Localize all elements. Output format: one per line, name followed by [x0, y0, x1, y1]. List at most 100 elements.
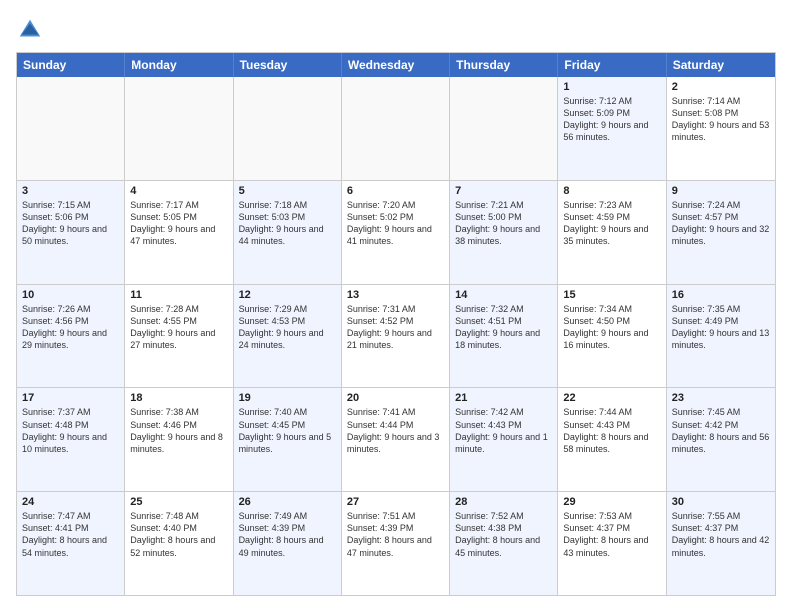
- day-cell-28: 28 Sunrise: 7:52 AM Sunset: 4:38 PM Dayli…: [450, 492, 558, 595]
- header-day-saturday: Saturday: [667, 53, 775, 77]
- day-number: 9: [672, 185, 770, 197]
- day-cell-26: 26Sunrise: 7:49 AM Sunset: 4:39 PM Dayli…: [234, 492, 342, 595]
- day-cell-2: 2 Sunrise: 7:14 AM Sunset: 5:08 PM Daylig…: [667, 77, 775, 180]
- empty-cell-0-3: [342, 77, 450, 180]
- header-day-wednesday: Wednesday: [342, 53, 450, 77]
- day-number: 5: [239, 185, 336, 197]
- day-info: Sunrise: 7:42 AM Sunset: 4:43 PM Dayligh…: [455, 406, 552, 455]
- day-number: 28: [455, 496, 552, 508]
- day-number: 13: [347, 289, 444, 301]
- day-cell-27: 27Sunrise: 7:51 AM Sunset: 4:39 PM Dayli…: [342, 492, 450, 595]
- day-cell-3: 3 Sunrise: 7:15 AM Sunset: 5:06 PM Daylig…: [17, 181, 125, 284]
- day-info: Sunrise: 7:37 AM Sunset: 4:48 PM Dayligh…: [22, 406, 119, 455]
- day-info: Sunrise: 7:17 AM Sunset: 5:05 PM Dayligh…: [130, 199, 227, 248]
- day-number: 30: [672, 496, 770, 508]
- logo: [16, 16, 48, 44]
- day-number: 24: [22, 496, 119, 508]
- header-day-thursday: Thursday: [450, 53, 558, 77]
- header-day-tuesday: Tuesday: [234, 53, 342, 77]
- day-cell-29: 29 Sunrise: 7:53 AM Sunset: 4:37 PM Dayli…: [558, 492, 666, 595]
- day-number: 11: [130, 289, 227, 301]
- day-number: 23: [672, 392, 770, 404]
- day-number: 17: [22, 392, 119, 404]
- header-day-friday: Friday: [558, 53, 666, 77]
- day-cell-6: 6 Sunrise: 7:20 AM Sunset: 5:02 PM Daylig…: [342, 181, 450, 284]
- day-number: 25: [130, 496, 227, 508]
- day-number: 22: [563, 392, 660, 404]
- day-cell-22: 22 Sunrise: 7:44 AM Sunset: 4:43 PM Dayli…: [558, 388, 666, 491]
- day-info: Sunrise: 7:53 AM Sunset: 4:37 PM Dayligh…: [563, 510, 660, 559]
- day-cell-5: 5 Sunrise: 7:18 AM Sunset: 5:03 PM Daylig…: [234, 181, 342, 284]
- day-cell-15: 15 Sunrise: 7:34 AM Sunset: 4:50 PM Dayli…: [558, 285, 666, 388]
- day-cell-13: 13 Sunrise: 7:31 AM Sunset: 4:52 PM Dayli…: [342, 285, 450, 388]
- day-info: Sunrise: 7:29 AM Sunset: 4:53 PM Dayligh…: [239, 303, 336, 352]
- day-cell-25: 25 Sunrise: 7:48 AM Sunset: 4:40 PM Dayli…: [125, 492, 233, 595]
- empty-cell-0-2: [234, 77, 342, 180]
- day-info: Sunrise: 7:26 AM Sunset: 4:56 PM Dayligh…: [22, 303, 119, 352]
- day-cell-18: 18Sunrise: 7:38 AM Sunset: 4:46 PM Dayli…: [125, 388, 233, 491]
- day-number: 2: [672, 81, 770, 93]
- empty-cell-0-1: [125, 77, 233, 180]
- day-number: 15: [563, 289, 660, 301]
- header-day-monday: Monday: [125, 53, 233, 77]
- day-info: Sunrise: 7:44 AM Sunset: 4:43 PM Dayligh…: [563, 406, 660, 455]
- day-info: Sunrise: 7:18 AM Sunset: 5:03 PM Dayligh…: [239, 199, 336, 248]
- day-info: Sunrise: 7:15 AM Sunset: 5:06 PM Dayligh…: [22, 199, 119, 248]
- day-number: 29: [563, 496, 660, 508]
- day-info: Sunrise: 7:34 AM Sunset: 4:50 PM Dayligh…: [563, 303, 660, 352]
- day-number: 19: [239, 392, 336, 404]
- day-cell-11: 11 Sunrise: 7:28 AM Sunset: 4:55 PM Dayli…: [125, 285, 233, 388]
- day-number: 18: [130, 392, 227, 404]
- day-cell-14: 14Sunrise: 7:32 AM Sunset: 4:51 PM Dayli…: [450, 285, 558, 388]
- logo-icon: [16, 16, 44, 44]
- day-cell-20: 20 Sunrise: 7:41 AM Sunset: 4:44 PM Dayli…: [342, 388, 450, 491]
- day-cell-7: 7 Sunrise: 7:21 AM Sunset: 5:00 PM Daylig…: [450, 181, 558, 284]
- day-info: Sunrise: 7:23 AM Sunset: 4:59 PM Dayligh…: [563, 199, 660, 248]
- day-info: Sunrise: 7:40 AM Sunset: 4:45 PM Dayligh…: [239, 406, 336, 455]
- day-number: 6: [347, 185, 444, 197]
- day-cell-1: 1 Sunrise: 7:12 AM Sunset: 5:09 PM Daylig…: [558, 77, 666, 180]
- day-number: 21: [455, 392, 552, 404]
- day-number: 7: [455, 185, 552, 197]
- day-info: Sunrise: 7:41 AM Sunset: 4:44 PM Dayligh…: [347, 406, 444, 455]
- calendar-body: 1 Sunrise: 7:12 AM Sunset: 5:09 PM Daylig…: [17, 77, 775, 595]
- day-info: Sunrise: 7:32 AM Sunset: 4:51 PM Dayligh…: [455, 303, 552, 352]
- calendar-row-3: 17 Sunrise: 7:37 AM Sunset: 4:48 PM Dayli…: [17, 388, 775, 492]
- day-info: Sunrise: 7:24 AM Sunset: 4:57 PM Dayligh…: [672, 199, 770, 248]
- day-info: Sunrise: 7:52 AM Sunset: 4:38 PM Dayligh…: [455, 510, 552, 559]
- day-number: 16: [672, 289, 770, 301]
- day-cell-19: 19 Sunrise: 7:40 AM Sunset: 4:45 PM Dayli…: [234, 388, 342, 491]
- day-info: Sunrise: 7:31 AM Sunset: 4:52 PM Dayligh…: [347, 303, 444, 352]
- calendar-row-0: 1 Sunrise: 7:12 AM Sunset: 5:09 PM Daylig…: [17, 77, 775, 181]
- day-cell-16: 16 Sunrise: 7:35 AM Sunset: 4:49 PM Dayli…: [667, 285, 775, 388]
- day-cell-4: 4 Sunrise: 7:17 AM Sunset: 5:05 PM Daylig…: [125, 181, 233, 284]
- day-cell-21: 21 Sunrise: 7:42 AM Sunset: 4:43 PM Dayli…: [450, 388, 558, 491]
- day-cell-10: 10 Sunrise: 7:26 AM Sunset: 4:56 PM Dayli…: [17, 285, 125, 388]
- day-info: Sunrise: 7:49 AM Sunset: 4:39 PM Dayligh…: [239, 510, 336, 559]
- header: [16, 16, 776, 44]
- day-info: Sunrise: 7:21 AM Sunset: 5:00 PM Dayligh…: [455, 199, 552, 248]
- day-info: Sunrise: 7:45 AM Sunset: 4:42 PM Dayligh…: [672, 406, 770, 455]
- day-info: Sunrise: 7:51 AM Sunset: 4:39 PM Dayligh…: [347, 510, 444, 559]
- day-number: 1: [563, 81, 660, 93]
- day-info: Sunrise: 7:28 AM Sunset: 4:55 PM Dayligh…: [130, 303, 227, 352]
- day-info: Sunrise: 7:48 AM Sunset: 4:40 PM Dayligh…: [130, 510, 227, 559]
- calendar-row-1: 3 Sunrise: 7:15 AM Sunset: 5:06 PM Daylig…: [17, 181, 775, 285]
- day-info: Sunrise: 7:14 AM Sunset: 5:08 PM Dayligh…: [672, 95, 770, 144]
- day-info: Sunrise: 7:12 AM Sunset: 5:09 PM Dayligh…: [563, 95, 660, 144]
- day-number: 8: [563, 185, 660, 197]
- day-number: 4: [130, 185, 227, 197]
- calendar-row-2: 10 Sunrise: 7:26 AM Sunset: 4:56 PM Dayli…: [17, 285, 775, 389]
- day-cell-9: 9 Sunrise: 7:24 AM Sunset: 4:57 PM Daylig…: [667, 181, 775, 284]
- day-info: Sunrise: 7:55 AM Sunset: 4:37 PM Dayligh…: [672, 510, 770, 559]
- day-cell-8: 8 Sunrise: 7:23 AM Sunset: 4:59 PM Daylig…: [558, 181, 666, 284]
- calendar-header: SundayMondayTuesdayWednesdayThursdayFrid…: [17, 53, 775, 77]
- day-number: 12: [239, 289, 336, 301]
- day-number: 10: [22, 289, 119, 301]
- day-cell-23: 23 Sunrise: 7:45 AM Sunset: 4:42 PM Dayli…: [667, 388, 775, 491]
- day-number: 3: [22, 185, 119, 197]
- day-info: Sunrise: 7:35 AM Sunset: 4:49 PM Dayligh…: [672, 303, 770, 352]
- day-info: Sunrise: 7:20 AM Sunset: 5:02 PM Dayligh…: [347, 199, 444, 248]
- day-number: 20: [347, 392, 444, 404]
- empty-cell-0-4: [450, 77, 558, 180]
